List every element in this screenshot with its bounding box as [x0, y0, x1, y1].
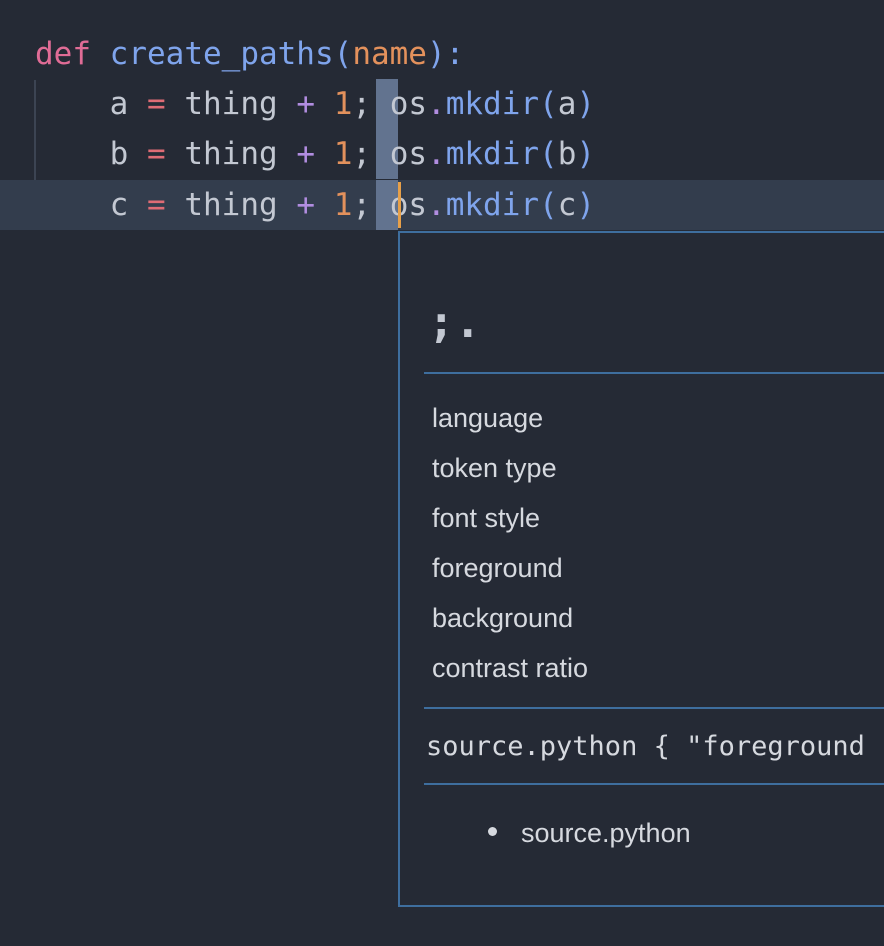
number-literal: 1 [333, 86, 353, 122]
close-paren: ) [576, 136, 596, 172]
code-line-4-current[interactable]: c = thing + 1; os.mkdir(c) [0, 180, 884, 230]
open-paren: ( [333, 36, 353, 72]
property-list: language token type font style foregroun… [432, 393, 588, 693]
close-paren-colon: ): [426, 36, 465, 72]
variable-c: c [109, 187, 129, 223]
assign-operator: = [147, 187, 166, 223]
function-name: create_paths [109, 36, 334, 72]
identifier-thing: thing [184, 86, 278, 122]
module-os: os [389, 136, 428, 172]
plus-operator: + [296, 187, 316, 223]
bullet-icon [488, 827, 497, 837]
open-paren: ( [539, 136, 558, 172]
identifier-thing: thing [184, 187, 278, 223]
code-line-3[interactable]: b = thing + 1; os.mkdir(b) [0, 129, 884, 179]
argument-a: a [557, 86, 577, 122]
assign-operator: = [147, 86, 166, 122]
open-paren: ( [539, 86, 558, 122]
plus-operator: + [296, 136, 316, 172]
method-mkdir: mkdir [445, 86, 540, 122]
module-os: os [389, 187, 428, 223]
semicolon: ; [352, 86, 372, 122]
plus-operator: + [296, 86, 316, 122]
semicolon: ; [352, 136, 372, 172]
close-paren: ) [576, 86, 596, 122]
property-label: contrast ratio [432, 653, 589, 683]
property-label: token type [432, 453, 557, 483]
method-mkdir: mkdir [445, 136, 540, 172]
code-line-1[interactable]: def create_paths(name): [0, 29, 884, 79]
dot-accessor: . [427, 136, 446, 172]
argument-c: c [557, 187, 577, 223]
parameter-name: name [352, 36, 427, 72]
assign-operator: = [147, 136, 166, 172]
code-editor[interactable]: def create_paths(name): a = thing + 1; o… [0, 0, 884, 946]
number-literal: 1 [333, 136, 353, 172]
token-preview: ;. [428, 297, 481, 348]
open-paren: ( [539, 187, 558, 223]
property-label: language [432, 403, 544, 433]
variable-b: b [109, 136, 129, 172]
code-line-2[interactable]: a = thing + 1; os.mkdir(a) [0, 79, 884, 129]
identifier-thing: thing [184, 136, 278, 172]
text-cursor [398, 182, 401, 228]
divider [424, 372, 884, 374]
close-paren: ) [576, 187, 596, 223]
method-mkdir: mkdir [445, 187, 540, 223]
semicolon: ; [352, 187, 372, 223]
variable-a: a [109, 86, 129, 122]
property-label: font style [432, 503, 541, 533]
list-item: source.python [488, 813, 691, 853]
scope-list: source.python [488, 813, 691, 853]
token-inspector-panel[interactable]: ;. language token type font style foregr… [398, 231, 884, 907]
argument-b: b [557, 136, 577, 172]
dot-accessor: . [427, 187, 446, 223]
divider [424, 707, 884, 709]
scope-rule: source.python { "foreground [426, 731, 865, 762]
divider [424, 783, 884, 785]
dot-accessor: . [427, 86, 446, 122]
number-literal: 1 [333, 187, 353, 223]
property-label: background [432, 603, 574, 633]
property-label: foreground [432, 553, 563, 583]
keyword-def: def [35, 36, 91, 72]
scope-name: source.python [521, 818, 691, 848]
module-os: os [389, 86, 428, 122]
